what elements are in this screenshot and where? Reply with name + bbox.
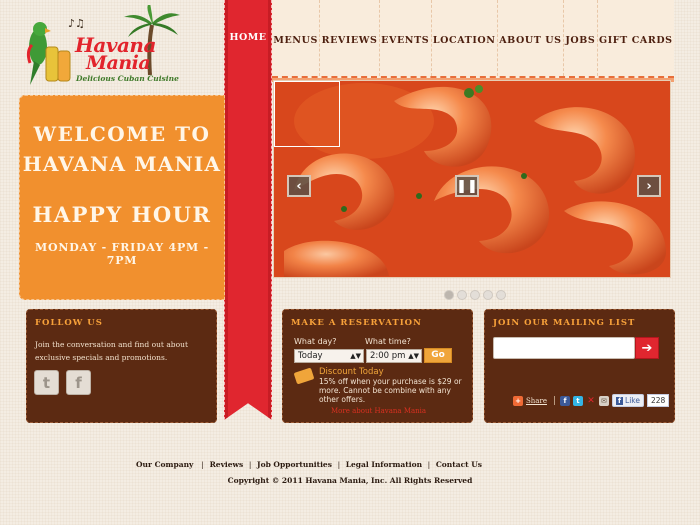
chevron-down-icon: ▲▼: [350, 352, 361, 360]
nav-home[interactable]: HOME: [224, 32, 272, 43]
nav-gift-cards[interactable]: GIFT CARDS: [598, 0, 674, 76]
welcome-line2: HAVANA MANIA: [22, 152, 222, 176]
nav-events[interactable]: EVENTS: [380, 0, 432, 76]
twitter-icon: t: [42, 373, 51, 392]
more-about-link[interactable]: More about Havana Mania: [331, 407, 426, 415]
slider-next-button[interactable]: ›: [637, 175, 661, 197]
discount-text: 15% off when your purchase is $29 or mor…: [319, 377, 462, 404]
day-label: What day?: [294, 337, 337, 346]
chevron-right-icon: ›: [646, 178, 652, 194]
day-select[interactable]: Today ▲▼: [294, 349, 364, 363]
slider-dot[interactable]: [470, 290, 480, 300]
day-select-value: Today: [298, 351, 323, 361]
footer-link-legal-information[interactable]: Legal Information: [346, 460, 422, 469]
facebook-like-button[interactable]: f Like: [611, 394, 644, 407]
logo-text-mania: Mania: [86, 52, 151, 74]
logo-tagline: Delicious Cuban Cuisine: [76, 74, 179, 83]
chevron-left-icon: ‹: [296, 178, 302, 194]
slider-dot[interactable]: [483, 290, 493, 300]
facebook-button[interactable]: f: [66, 370, 91, 395]
footer-divider: |: [337, 460, 341, 469]
facebook-icon: f: [75, 373, 82, 392]
copyright-text: Copyright © 2011 Havana Mania, Inc. All …: [227, 476, 473, 485]
mailing-list-title: JOIN OUR MAILING LIST: [493, 318, 636, 328]
footer-link-our-company[interactable]: Our Company: [136, 460, 193, 469]
nav-reviews[interactable]: REVIEWS: [320, 0, 380, 76]
happy-hour-heading: HAPPY HOUR: [32, 202, 212, 227]
follow-us-panel: FOLLOW US Join the conversation and find…: [26, 309, 217, 423]
footer-divider: |: [427, 460, 431, 469]
email-share-icon[interactable]: ✉: [598, 395, 609, 406]
nav-location[interactable]: LOCATION: [432, 0, 498, 76]
pause-icon: ❚❚: [456, 178, 478, 194]
footer-links: Our Company | Reviews | Job Opportunitie…: [0, 460, 618, 469]
follow-us-title: FOLLOW US: [35, 318, 103, 328]
slider-prev-button[interactable]: ‹: [287, 175, 311, 197]
slider-pause-button[interactable]: ❚❚: [455, 175, 479, 197]
main-nav: MENUS REVIEWS EVENTS LOCATION ABOUT US J…: [272, 0, 674, 78]
slider-highlight-frame: [274, 81, 340, 147]
nav-menus[interactable]: MENUS: [272, 0, 321, 76]
nav-about-us[interactable]: ABOUT US: [498, 0, 564, 76]
slider-pagination: [444, 290, 506, 300]
twitter-share-icon[interactable]: t: [572, 395, 583, 406]
like-count: 228: [646, 394, 670, 407]
share-divider: [553, 396, 555, 405]
site-logo[interactable]: ♪♫ Havana Mania Delicious Cuban Cuisine: [20, 5, 190, 93]
time-select[interactable]: 2:00 pm ▲▼: [366, 349, 422, 363]
happy-hour-times: MONDAY - FRIDAY 4PM - 7PM: [34, 241, 210, 267]
facebook-like-icon: f: [615, 396, 624, 405]
share-plus-icon[interactable]: +: [513, 395, 523, 406]
follow-us-text: Join the conversation and find out about…: [35, 340, 188, 362]
discount-title: Discount Today: [319, 367, 384, 377]
facebook-share-icon[interactable]: f: [559, 395, 570, 406]
time-label: What time?: [365, 337, 411, 346]
footer-divider: |: [199, 460, 204, 469]
svg-text:♪♫: ♪♫: [68, 17, 85, 30]
slider-dot[interactable]: [457, 290, 467, 300]
x-share-icon[interactable]: ✕: [586, 396, 596, 406]
nav-jobs[interactable]: JOBS: [564, 0, 598, 76]
welcome-line1: WELCOME TO: [33, 122, 211, 146]
slider-dot[interactable]: [444, 290, 454, 300]
chevron-down-icon: ▲▼: [408, 352, 419, 360]
welcome-box: WELCOME TO HAVANA MANIA HAPPY HOUR MONDA…: [19, 95, 225, 300]
image-slider[interactable]: ‹ ❚❚ ›: [273, 80, 671, 278]
red-ribbon: [224, 0, 272, 420]
time-select-value: 2:00 pm: [370, 351, 406, 361]
footer-link-reviews[interactable]: Reviews: [210, 460, 244, 469]
footer-link-job-opportunities[interactable]: Job Opportunities: [257, 460, 332, 469]
arrow-right-icon: ➔: [641, 340, 653, 356]
slider-dot[interactable]: [496, 290, 506, 300]
footer-link-contact-us[interactable]: Contact Us: [436, 460, 482, 469]
go-button[interactable]: Go: [424, 348, 452, 363]
reservation-title: MAKE A RESERVATION: [291, 318, 422, 328]
twitter-button[interactable]: t: [34, 370, 59, 395]
footer-divider: |: [248, 460, 252, 469]
reservation-panel: MAKE A RESERVATION What day? What time? …: [282, 309, 473, 423]
mailing-submit-button[interactable]: ➔: [635, 337, 659, 359]
email-field[interactable]: [493, 337, 635, 359]
like-label: Like: [625, 396, 640, 405]
share-link[interactable]: Share: [526, 397, 547, 405]
share-bar: + Share f t ✕ ✉ f Like 228: [513, 394, 670, 407]
mailing-list-panel: JOIN OUR MAILING LIST ➔ + Share f t ✕ ✉ …: [484, 309, 675, 423]
discount-tag-icon: [293, 367, 315, 385]
